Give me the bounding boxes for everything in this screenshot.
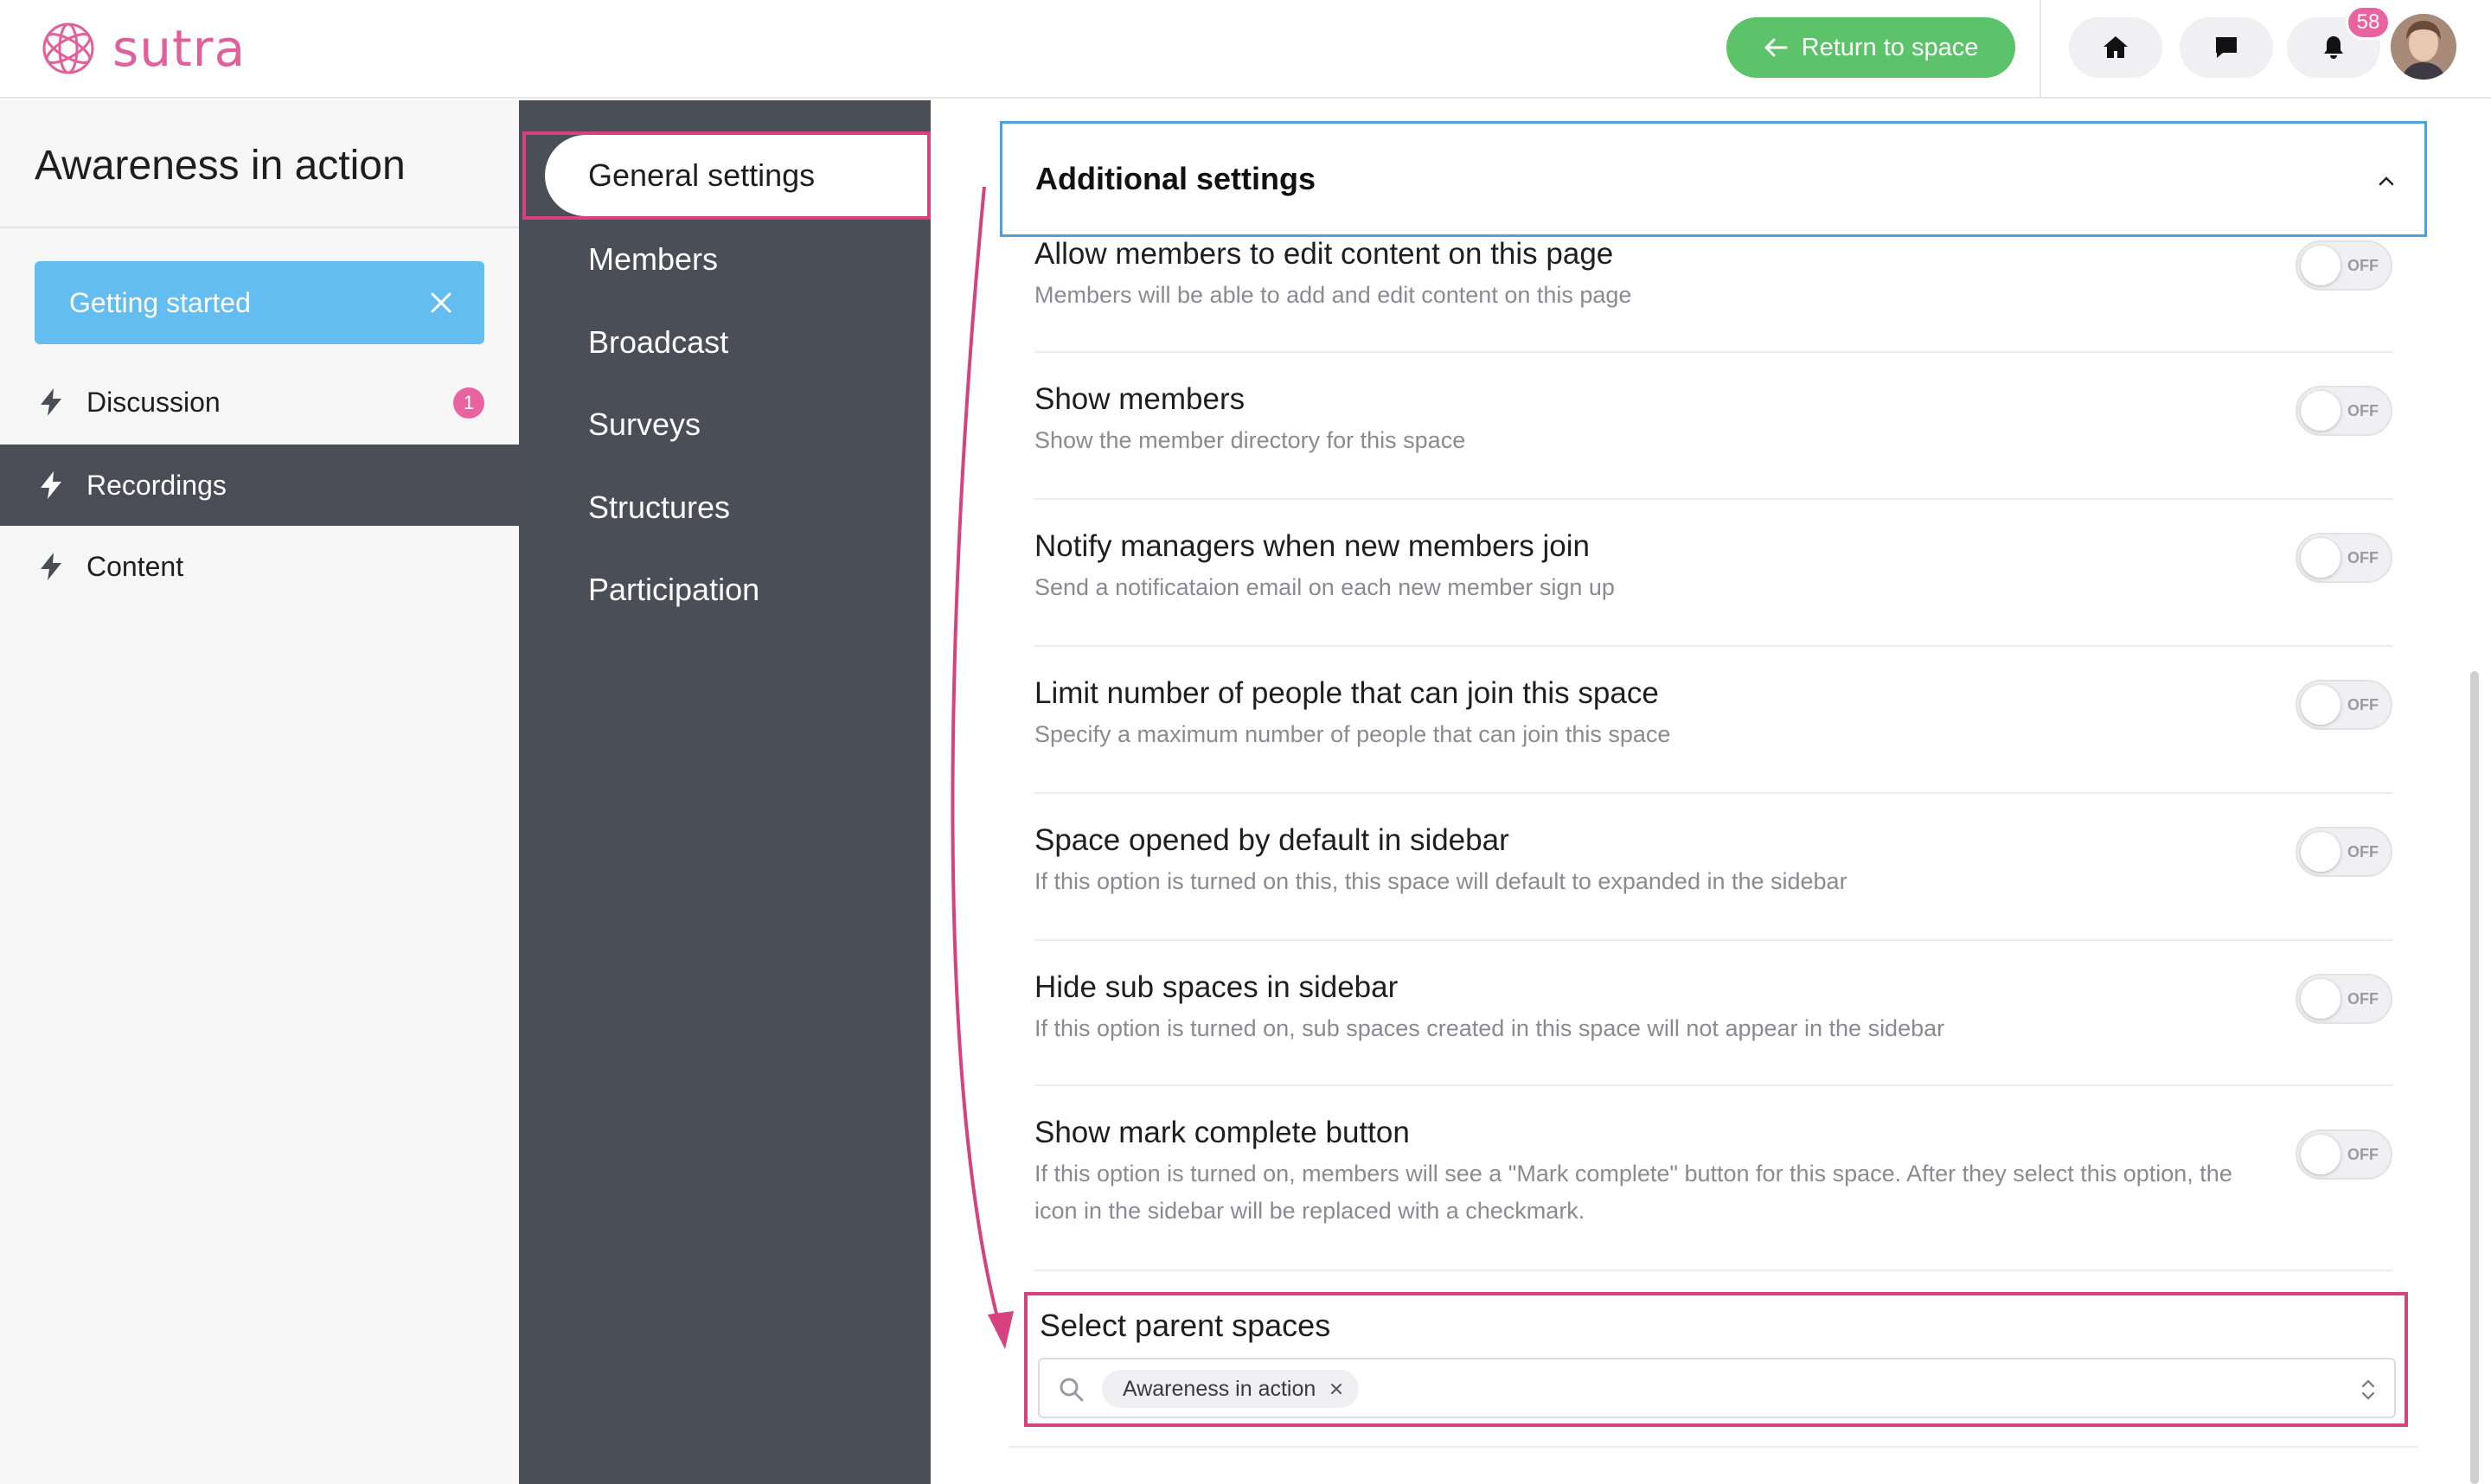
hide-sub-spaces-toggle[interactable]: OFF (2296, 974, 2392, 1024)
notification-count-badge: 58 (2346, 5, 2391, 40)
setting-description: If this option is turned on, sub spaces … (1034, 1015, 1945, 1041)
select-parent-spaces-section: Select parent spaces Awareness in action (1024, 1292, 2408, 1427)
setting-description: If this option is turned on this, this s… (1034, 868, 1847, 894)
lightning-icon (41, 471, 61, 499)
setting-title: Show mark complete button (1034, 1116, 1410, 1149)
additional-settings-header[interactable]: Additional settings (1000, 121, 2427, 237)
settings-nav-participation[interactable]: Participation (588, 572, 759, 608)
edit-content-toggle[interactable]: OFF (2296, 240, 2392, 291)
toggle-knob (2301, 685, 2341, 725)
toggle-state-label: OFF (2347, 843, 2379, 860)
setting-title: Notify managers when new members join (1034, 529, 1590, 563)
toggle-state-label: OFF (2347, 990, 2379, 1007)
notify-managers-toggle[interactable]: OFF (2296, 533, 2392, 583)
setting-row-mark-complete: Show mark complete button If this option… (1034, 1086, 2392, 1271)
settings-content: Additional settings Allow members to edi… (931, 100, 2491, 1484)
setting-row-hide-sub-spaces: Hide sub spaces in sidebar If this optio… (1034, 941, 2392, 1086)
sidebar-divider (0, 227, 519, 228)
section-bottom-divider (1009, 1446, 2418, 1448)
setting-title: Space opened by default in sidebar (1034, 823, 1509, 857)
toggle-state-label: OFF (2347, 1146, 2379, 1163)
parent-space-chip: Awareness in action (1102, 1370, 1360, 1408)
general-settings-highlight (522, 131, 931, 220)
sidebar-item-label: Recordings (86, 469, 227, 501)
search-icon (1060, 1378, 1084, 1402)
chevron-up-icon[interactable] (2374, 169, 2398, 193)
space-sidebar: Awareness in action Getting started Disc… (0, 100, 519, 1484)
setting-description: If this option is turned on, members wil… (1034, 1161, 2232, 1224)
setting-row-show-members: Show members Show the member directory f… (1034, 353, 2392, 500)
section-title: Additional settings (1035, 161, 1316, 196)
messages-button[interactable] (2180, 17, 2273, 78)
close-icon[interactable] (426, 287, 457, 318)
user-avatar[interactable] (2391, 14, 2456, 80)
chat-bubble-icon (2216, 37, 2237, 58)
getting-started-banner[interactable]: Getting started (35, 261, 484, 344)
sidebar-item-label: Content (86, 550, 184, 582)
home-button[interactable] (2069, 17, 2162, 78)
settings-nav: General settings Members Broadcast Surve… (519, 100, 931, 1484)
limit-people-toggle[interactable]: OFF (2296, 680, 2392, 730)
setting-title: Allow members to edit content on this pa… (1034, 237, 1614, 271)
settings-nav-surveys[interactable]: Surveys (588, 406, 701, 443)
sidebar-item-discussion[interactable]: Discussion 1 (0, 361, 519, 443)
top-header: sutra Return to space 58 (0, 0, 2491, 99)
sidebar-item-label: Discussion (86, 386, 221, 418)
settings-nav-structures[interactable]: Structures (588, 489, 730, 526)
toggle-state-label: OFF (2347, 402, 2379, 419)
space-title: Awareness in action (35, 143, 406, 189)
bell-icon (2324, 36, 2343, 59)
sutra-logo-icon (42, 22, 94, 74)
brand-logo[interactable]: sutra (40, 17, 246, 80)
lightning-icon (41, 553, 61, 580)
toggle-knob (2301, 538, 2341, 578)
lightning-icon (41, 388, 61, 416)
setting-description: Send a notificataion email on each new m… (1034, 574, 1615, 600)
toggle-knob (2301, 246, 2341, 285)
remove-chip-icon[interactable] (1328, 1380, 1345, 1398)
return-to-space-button[interactable]: Return to space (1726, 17, 2015, 78)
parent-spaces-select[interactable]: Awareness in action (1038, 1358, 2396, 1418)
toggle-state-label: OFF (2347, 257, 2379, 274)
setting-title: Hide sub spaces in sidebar (1034, 970, 1399, 1004)
header-divider (2040, 0, 2041, 99)
return-to-space-label: Return to space (1801, 33, 1979, 61)
setting-row-notify-managers: Notify managers when new members join Se… (1034, 500, 2392, 647)
show-members-toggle[interactable]: OFF (2296, 386, 2392, 436)
discussion-count-badge: 1 (453, 387, 484, 419)
mark-complete-toggle[interactable]: OFF (2296, 1129, 2392, 1180)
toggle-state-label: OFF (2347, 696, 2379, 713)
setting-title: Show members (1034, 382, 1246, 416)
parent-spaces-title: Select parent spaces (1040, 1308, 1331, 1343)
settings-nav-members[interactable]: Members (588, 241, 718, 278)
setting-description: Show the member directory for this space (1034, 427, 1466, 453)
setting-row-open-default: Space opened by default in sidebar If th… (1034, 794, 2392, 941)
sidebar-item-content[interactable]: Content (0, 526, 519, 607)
user-portrait-icon (2391, 14, 2456, 80)
chevron-updown-icon[interactable] (2358, 1375, 2379, 1404)
toggle-knob (2301, 1135, 2341, 1174)
setting-title: Limit number of people that can join thi… (1034, 676, 1659, 710)
toggle-knob (2301, 979, 2341, 1019)
sidebar-item-recordings[interactable]: Recordings (0, 445, 519, 526)
setting-description: Members will be able to add and edit con… (1034, 282, 1632, 308)
setting-row-edit-content: Allow members to edit content on this pa… (1034, 237, 2392, 353)
chip-label: Awareness in action (1123, 1376, 1316, 1401)
toggle-state-label: OFF (2347, 549, 2379, 566)
arrow-left-icon (1764, 38, 1788, 57)
brand-name: sutra (112, 19, 247, 78)
toggle-knob (2301, 391, 2341, 431)
open-default-toggle[interactable]: OFF (2296, 827, 2392, 877)
setting-row-limit-people: Limit number of people that can join thi… (1034, 647, 2392, 794)
settings-nav-broadcast[interactable]: Broadcast (588, 324, 728, 361)
toggle-knob (2301, 832, 2341, 872)
setting-description: Specify a maximum number of people that … (1034, 721, 1671, 747)
content-scrollbar[interactable] (2470, 671, 2479, 1484)
home-icon (2104, 36, 2128, 58)
getting-started-label: Getting started (69, 286, 251, 318)
